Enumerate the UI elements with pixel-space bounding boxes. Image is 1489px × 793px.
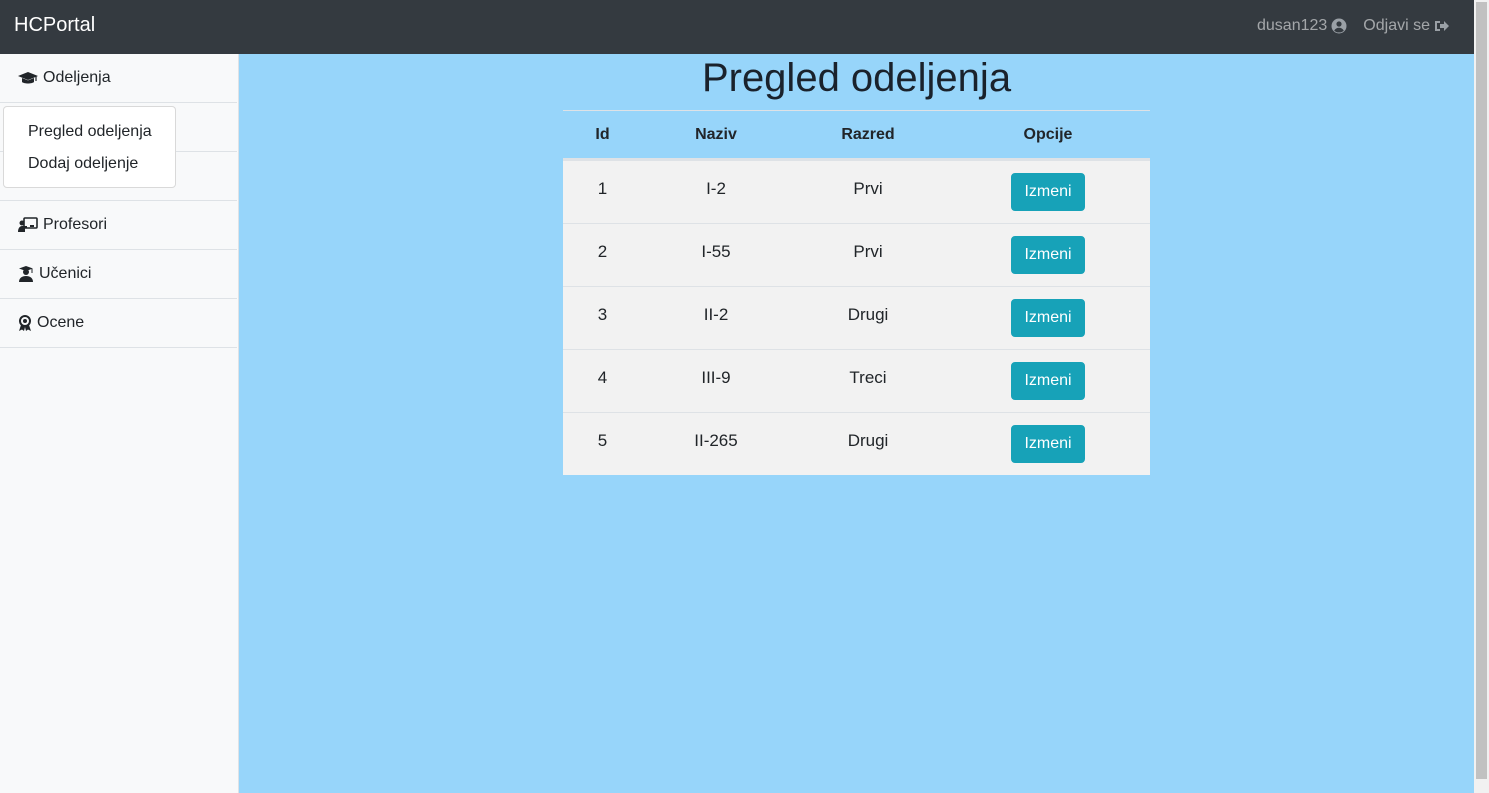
cell-id: 4 — [597, 368, 608, 387]
cell-opcije: Izmeni — [946, 224, 1150, 274]
user-profile-link[interactable]: dusan123 — [1257, 17, 1347, 35]
page-scrollbar[interactable] — [1474, 0, 1489, 793]
odeljenja-dropdown-menu: Pregled odeljenja Dodaj odeljenje — [3, 106, 176, 188]
dropdown-item-dodaj-odeljenje[interactable]: Dodaj odeljenje — [4, 148, 175, 180]
sidebar-item-label: Ocene — [37, 314, 85, 331]
top-navbar: HCPortal dusan123 Odjavi se — [0, 0, 1474, 54]
izmeni-button[interactable]: Izmeni — [1011, 236, 1085, 274]
nav-right: dusan123 Odjavi se — [1257, 17, 1450, 35]
cell-opcije: Izmeni — [946, 350, 1150, 400]
sidebar-item-label: Odeljenja — [43, 69, 111, 86]
cell-id: 2 — [597, 242, 608, 261]
brand-logo[interactable]: HCPortal — [14, 14, 95, 37]
page-title: Pregled odeljenja — [701, 56, 1012, 100]
cell-id: 1 — [597, 179, 608, 198]
table-row: 5 II-265 Drugi Izmeni — [563, 412, 1150, 475]
column-header-naziv: Naziv — [695, 125, 737, 143]
column-header-opcije: Opcije — [1023, 125, 1073, 143]
cell-razred: Treci — [849, 368, 887, 387]
table-row: 4 III-9 Treci Izmeni — [563, 349, 1150, 412]
cell-opcije: Izmeni — [946, 413, 1150, 463]
cell-naziv: III-9 — [701, 368, 731, 387]
sidebar-item-ucenici[interactable]: Učenici — [0, 250, 237, 299]
column-header-razred: Razred — [841, 125, 895, 143]
user-circle-icon — [1331, 18, 1347, 34]
cell-naziv: II-2 — [703, 305, 729, 324]
main-content: Pregled odeljenja Id Naziv Razred Opcije… — [239, 54, 1474, 793]
cell-naziv: I-2 — [706, 179, 726, 198]
graduation-cap-icon — [18, 72, 38, 84]
izmeni-button[interactable]: Izmeni — [1011, 173, 1085, 211]
cell-opcije: Izmeni — [946, 287, 1150, 337]
award-icon — [19, 315, 31, 331]
sidebar-item-label: Profesori — [43, 216, 108, 233]
cell-naziv: II-265 — [694, 431, 738, 450]
cell-razred: Drugi — [847, 305, 889, 324]
cell-id: 3 — [597, 305, 608, 324]
sidebar-item-odeljenja[interactable]: Odeljenja — [0, 54, 237, 103]
cell-razred: Drugi — [847, 431, 889, 450]
username: dusan123 — [1257, 17, 1328, 34]
odeljenja-table: Id Naziv Razred Opcije 1 I-2 Prvi Izmeni… — [563, 110, 1150, 475]
table-row: 3 II-2 Drugi Izmeni — [563, 286, 1150, 349]
cell-id: 5 — [597, 431, 608, 450]
cell-naziv: I-55 — [701, 242, 731, 261]
table-header: Id Naziv Razred Opcije — [563, 110, 1150, 160]
logout-link[interactable]: Odjavi se — [1363, 17, 1450, 35]
scrollbar-thumb[interactable] — [1476, 2, 1487, 779]
sidebar-item-profesori[interactable]: Profesori — [0, 201, 237, 250]
cell-razred: Prvi — [853, 179, 883, 198]
table-row: 2 I-55 Prvi Izmeni — [563, 223, 1150, 286]
user-graduate-icon — [19, 266, 33, 282]
sidebar-item-label: Učenici — [39, 265, 92, 282]
izmeni-button[interactable]: Izmeni — [1011, 425, 1085, 463]
sidebar-item-ocene[interactable]: Ocene — [0, 299, 237, 348]
cell-razred: Prvi — [853, 242, 883, 261]
column-header-id: Id — [595, 125, 610, 143]
sign-out-icon — [1435, 21, 1449, 31]
izmeni-button[interactable]: Izmeni — [1011, 299, 1085, 337]
dropdown-item-pregled-odeljenja[interactable]: Pregled odeljenja — [4, 116, 175, 148]
izmeni-button[interactable]: Izmeni — [1011, 362, 1085, 400]
table-row: 1 I-2 Prvi Izmeni — [563, 160, 1150, 223]
logout-label: Odjavi se — [1363, 17, 1430, 34]
chalkboard-teacher-icon — [18, 217, 38, 232]
cell-opcije: Izmeni — [946, 161, 1150, 211]
